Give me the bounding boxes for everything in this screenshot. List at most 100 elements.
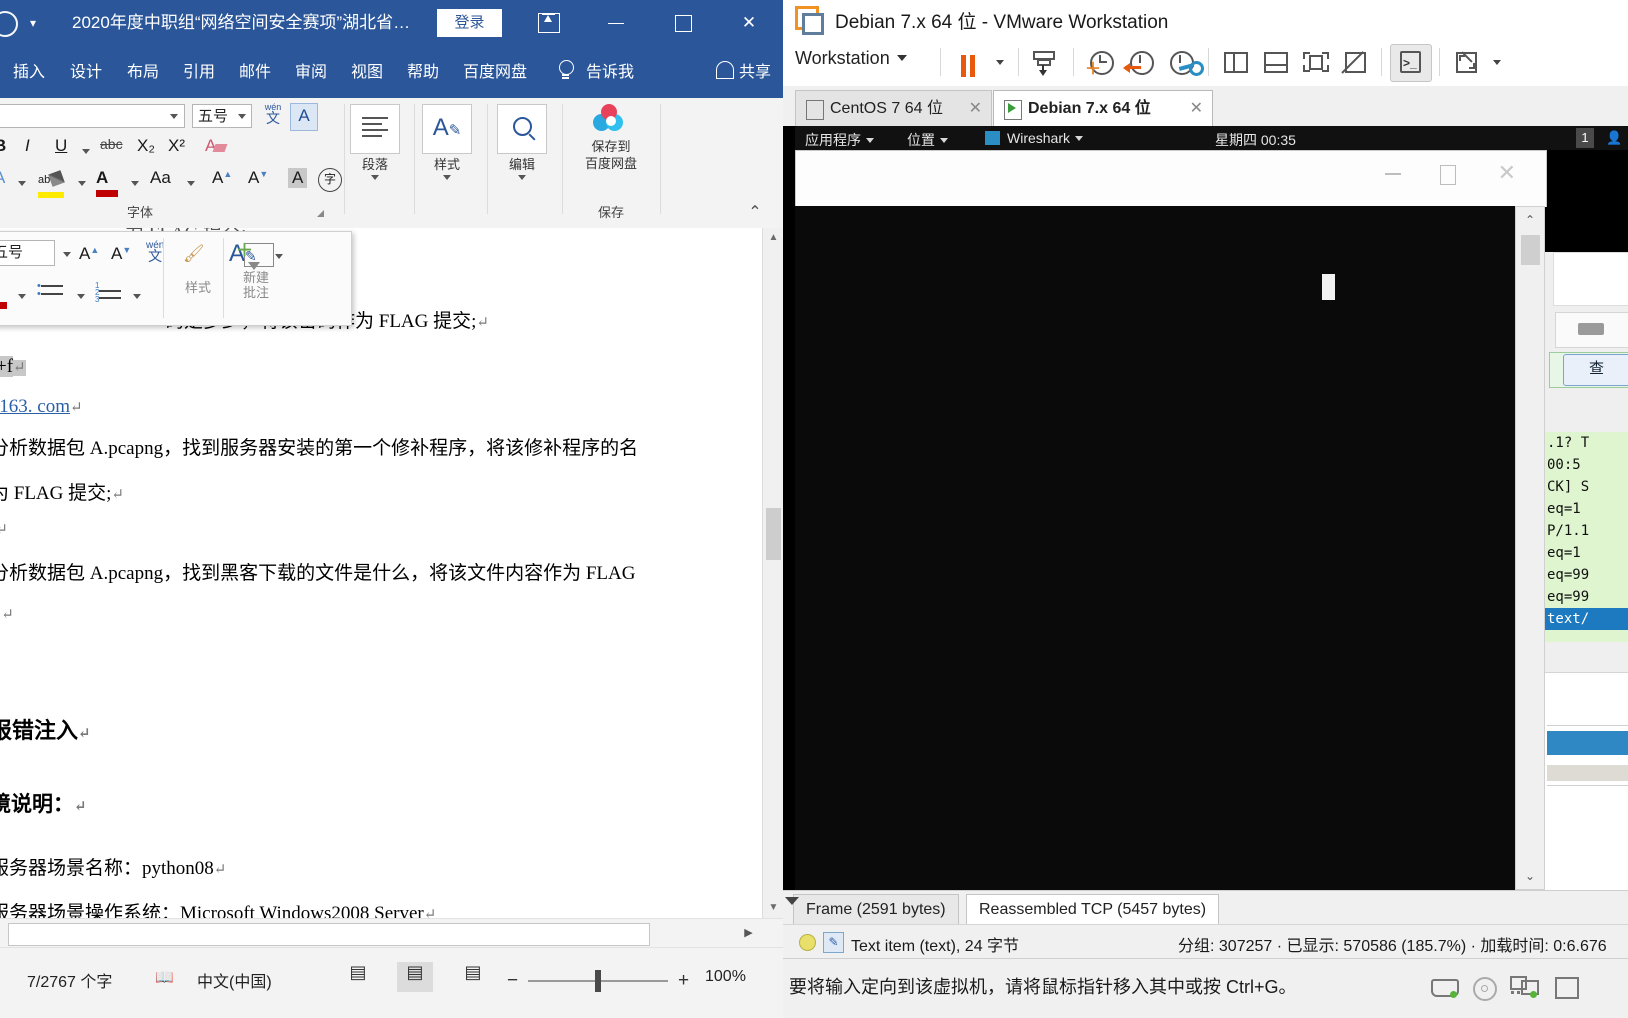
- scrollbar-thumb[interactable]: [1521, 235, 1540, 265]
- font-name-combo[interactable]: 楷体: [0, 104, 185, 128]
- zoom-out-button[interactable]: −: [507, 970, 518, 992]
- mini-grow-font-icon[interactable]: A▲: [79, 244, 99, 264]
- font-color-icon[interactable]: A: [96, 168, 118, 197]
- gnome-applications-menu[interactable]: 应用程序: [805, 130, 874, 150]
- filter-apply-button[interactable]: 查: [1563, 354, 1628, 386]
- packet-row[interactable]: eq=99: [1545, 586, 1628, 608]
- packet-row-selected[interactable]: text/: [1545, 608, 1628, 630]
- tab-references[interactable]: 引用: [183, 58, 215, 82]
- chevron-down-icon[interactable]: [78, 181, 86, 186]
- print-layout-view-button[interactable]: ▤: [397, 962, 433, 992]
- show-library-button[interactable]: [1218, 46, 1252, 78]
- format-painter-icon[interactable]: 🖌: [183, 244, 205, 264]
- mini-floating-toolbar[interactable]: 五号 A▲ A▼ wén 文 🖌 A✎ I U ab: [0, 231, 352, 326]
- full-screen-button[interactable]: [1298, 46, 1332, 78]
- packet-row[interactable]: .1? T: [1545, 432, 1628, 454]
- close-icon[interactable]: ✕: [1190, 91, 1203, 126]
- save-icon[interactable]: [0, 11, 18, 37]
- chevron-down-icon[interactable]: [170, 114, 178, 119]
- web-layout-view-button[interactable]: ▤: [455, 962, 491, 992]
- chevron-down-icon[interactable]: [77, 294, 85, 299]
- grow-font-icon[interactable]: A▲: [212, 168, 232, 188]
- network-status-icon[interactable]: [1509, 975, 1539, 999]
- usb-status-icon[interactable]: [1551, 975, 1581, 999]
- gnome-places-menu[interactable]: 位置: [907, 130, 948, 150]
- stretch-guest-button[interactable]: [1449, 46, 1483, 78]
- detail-row[interactable]: [1547, 765, 1628, 781]
- vm-tab-debian[interactable]: Debian 7.x 64 位 ✕: [993, 90, 1213, 127]
- mini-phonetic-guide-icon[interactable]: wén 文: [146, 240, 164, 264]
- gnome-window-title[interactable]: Wireshark: [1007, 130, 1084, 146]
- chevron-down-icon[interactable]: [238, 114, 246, 119]
- byte-tab-reassembled-tcp[interactable]: Reassembled TCP (5457 bytes): [966, 894, 1220, 925]
- packet-row[interactable]: CK] S: [1545, 476, 1628, 498]
- chevron-down-icon[interactable]: [996, 60, 1004, 65]
- chevron-down-icon[interactable]: [133, 294, 141, 299]
- packet-row[interactable]: P/1.1: [1545, 520, 1628, 542]
- close-button[interactable]: ✕: [726, 8, 772, 38]
- read-mode-view-button[interactable]: ▤: [340, 962, 376, 992]
- guest-close-icon[interactable]: ✕: [1498, 162, 1516, 184]
- document-vertical-scrollbar[interactable]: ▲ ▼: [762, 228, 783, 918]
- tab-view[interactable]: 视图: [351, 58, 383, 82]
- chevron-down-icon[interactable]: [371, 175, 379, 180]
- workspace-switcher[interactable]: 1: [1576, 128, 1594, 148]
- mini-font-size-combo[interactable]: 五号: [0, 240, 55, 266]
- hard-disk-status-icon[interactable]: [1429, 975, 1459, 999]
- guest-maximize-icon[interactable]: [1440, 165, 1456, 185]
- strikethrough-button[interactable]: abc: [100, 136, 123, 152]
- console-view-button[interactable]: >_: [1390, 44, 1432, 82]
- guest-vertical-scrollbar[interactable]: ⌃ ⌄: [1515, 206, 1545, 890]
- character-border-icon[interactable]: A: [290, 103, 318, 131]
- chevron-down-icon[interactable]: [18, 181, 26, 186]
- take-snapshot-button[interactable]: ＋: [1083, 46, 1117, 78]
- text-highlight-color-icon[interactable]: ab: [38, 168, 66, 198]
- login-button[interactable]: 登录: [437, 9, 502, 37]
- packet-row[interactable]: 00:5: [1545, 454, 1628, 476]
- share-button[interactable]: 共享: [715, 58, 771, 82]
- hscroll-track[interactable]: [8, 923, 650, 946]
- doc-hyperlink[interactable]: :163. com: [0, 396, 70, 417]
- ribbon-display-options-icon[interactable]: [536, 11, 562, 35]
- tab-design[interactable]: 设计: [70, 58, 102, 82]
- chevron-down-icon[interactable]: [82, 149, 90, 154]
- chevron-down-icon[interactable]: [63, 252, 71, 257]
- wireshark-blank-pane[interactable]: [795, 206, 1515, 890]
- packet-row[interactable]: eq=99: [1545, 564, 1628, 586]
- underline-button[interactable]: U: [55, 136, 67, 156]
- gnome-clock[interactable]: 星期四 00:35: [1215, 130, 1296, 150]
- maximize-button[interactable]: [660, 8, 706, 38]
- new-comment-button[interactable]: ＋ 新建 批注: [229, 234, 283, 300]
- subscript-button[interactable]: X₂: [137, 136, 155, 156]
- scroll-down-arrow-icon[interactable]: ▼: [763, 898, 783, 918]
- quick-access-toolbar[interactable]: ▾: [0, 9, 60, 37]
- shrink-font-icon[interactable]: A▼: [248, 168, 268, 188]
- scroll-up-arrow-icon[interactable]: ▲: [763, 228, 783, 248]
- tab-review[interactable]: 审阅: [295, 58, 327, 82]
- zoom-in-button[interactable]: +: [678, 970, 689, 992]
- scroll-left-caret-icon[interactable]: [785, 897, 799, 905]
- chevron-down-icon[interactable]: [443, 175, 451, 180]
- scrollbar-thumb[interactable]: [766, 508, 781, 560]
- collapse-ribbon-icon[interactable]: ⌃: [740, 202, 770, 222]
- paragraph-group-button[interactable]: 段落: [347, 104, 403, 180]
- editing-group-button[interactable]: 编辑: [494, 104, 550, 180]
- text-highlight-toggle-icon[interactable]: A: [288, 168, 308, 188]
- packet-row[interactable]: eq=1: [1545, 542, 1628, 564]
- tab-baidu-netdisk[interactable]: 百度网盘: [463, 58, 527, 82]
- bullet-list-icon[interactable]: • •: [37, 281, 63, 302]
- change-case-icon[interactable]: Aa: [150, 168, 171, 188]
- italic-button[interactable]: I: [25, 136, 30, 156]
- document-horizontal-scrollbar[interactable]: ▶: [0, 918, 783, 948]
- user-menu-icon[interactable]: 👤: [1606, 131, 1622, 145]
- word-count[interactable]: 7/2767 个字: [27, 968, 112, 992]
- snapshot-button[interactable]: [1028, 46, 1062, 78]
- packet-detail-sliver[interactable]: [1545, 672, 1628, 890]
- styles-group-button[interactable]: A✎ 样式: [419, 104, 475, 180]
- save-to-baidu-netdisk-button[interactable]: 保存到 百度网盘: [573, 102, 649, 172]
- language-indicator[interactable]: 中文(中国): [197, 968, 272, 992]
- mini-shrink-font-icon[interactable]: A▼: [111, 244, 131, 264]
- tab-help[interactable]: 帮助: [407, 58, 439, 82]
- tab-mailings[interactable]: 邮件: [239, 58, 271, 82]
- byte-tab-frame[interactable]: Frame (2591 bytes): [793, 894, 959, 925]
